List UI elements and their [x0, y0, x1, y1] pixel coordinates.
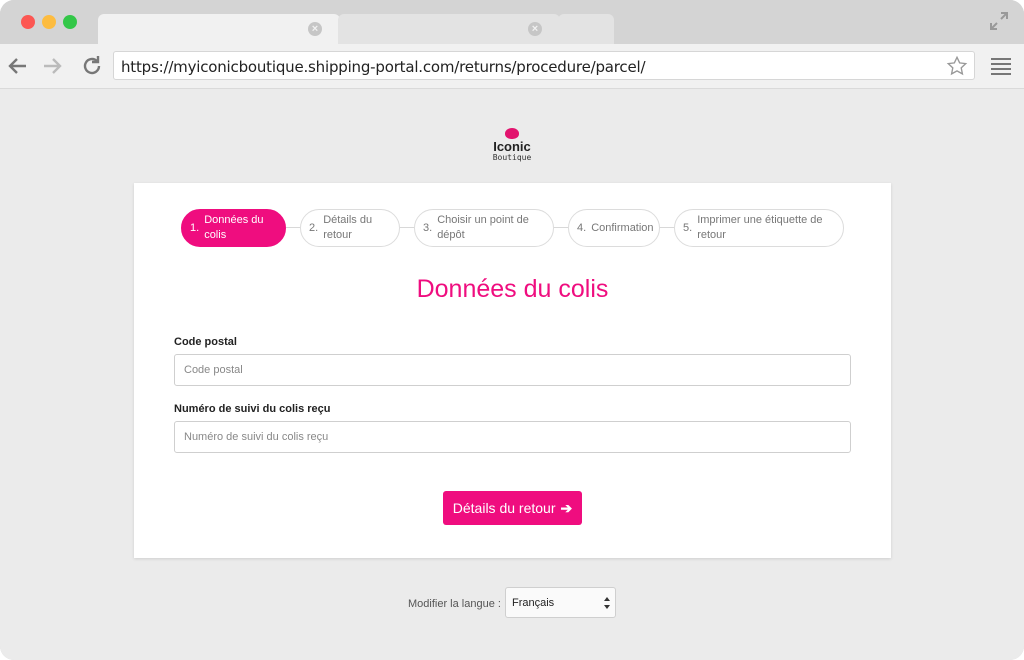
minimize-window-button[interactable] — [42, 15, 56, 29]
step-label: Imprimer une étiquette de retour — [697, 214, 823, 241]
browser-tab[interactable]: × — [338, 14, 560, 44]
logo-mark-icon — [505, 128, 519, 139]
page-title: Données du colis — [416, 275, 609, 303]
maximize-window-button[interactable] — [63, 15, 77, 29]
step-label: Données du colis — [204, 214, 264, 241]
step-connector — [554, 227, 568, 228]
step-label: Confirmation — [591, 221, 654, 234]
bookmark-star-icon[interactable] — [946, 55, 968, 77]
address-bar[interactable]: https://myiconicboutique.shipping-portal… — [113, 51, 975, 80]
select-arrows-icon — [604, 597, 610, 609]
step-number: 4. — [577, 222, 587, 234]
close-window-button[interactable] — [21, 15, 35, 29]
step-connector — [400, 227, 414, 228]
step-number: 3. — [423, 222, 433, 234]
browser-toolbar: https://myiconicboutique.shipping-portal… — [0, 44, 1024, 89]
language-selected-value: Français — [512, 597, 555, 609]
tab-close-icon[interactable]: × — [528, 22, 542, 36]
step-label: Choisir un point de dépôt — [437, 214, 529, 241]
logo-text: Iconic — [493, 139, 531, 154]
button-label: Détails du retour — [452, 500, 556, 516]
tab-strip: × × — [0, 0, 1024, 44]
back-icon[interactable] — [6, 54, 30, 78]
return-details-button[interactable]: Détails du retour ➔ — [443, 491, 582, 525]
tab-close-icon[interactable]: × — [308, 22, 322, 36]
postal-code-label: Code postal — [174, 336, 237, 348]
language-select[interactable]: Français — [505, 587, 616, 618]
logo-subtext: Boutique — [492, 153, 532, 162]
return-form-card: 1. Données du colis 2. Détails du retour… — [134, 183, 891, 558]
new-tab-button[interactable] — [558, 14, 614, 44]
browser-window: × × https://myiconicboutique.shipping-po… — [0, 0, 1024, 660]
brand-logo[interactable]: Iconic Boutique — [488, 127, 536, 167]
step-number: 2. — [309, 222, 319, 234]
fullscreen-icon[interactable] — [988, 10, 1010, 32]
page-content: Iconic Boutique 1. Données du colis 2. D… — [0, 89, 1024, 660]
postal-code-input[interactable] — [174, 354, 851, 386]
step-number: 5. — [683, 222, 693, 234]
forward-icon[interactable] — [40, 54, 64, 78]
step-print-label[interactable]: 5. Imprimer une étiquette de retour — [674, 209, 844, 247]
step-connector — [660, 227, 674, 228]
step-drop-point[interactable]: 3. Choisir un point de dépôt — [414, 209, 554, 247]
menu-icon[interactable] — [990, 56, 1012, 76]
step-parcel-data[interactable]: 1. Données du colis — [181, 209, 286, 247]
step-return-details[interactable]: 2. Détails du retour — [300, 209, 400, 247]
step-confirmation[interactable]: 4. Confirmation — [568, 209, 660, 247]
tracking-number-input[interactable] — [174, 421, 851, 453]
reload-icon[interactable] — [80, 54, 104, 78]
browser-tab-active[interactable]: × — [98, 14, 340, 44]
arrow-right-icon: ➔ — [560, 499, 573, 516]
language-label: Modifier la langue : — [408, 598, 501, 610]
tracking-number-label: Numéro de suivi du colis reçu — [174, 403, 331, 415]
url-text: https://myiconicboutique.shipping-portal… — [121, 58, 646, 76]
step-label: Détails du retour — [323, 214, 373, 241]
step-number: 1. — [190, 222, 200, 234]
step-connector — [286, 227, 300, 228]
